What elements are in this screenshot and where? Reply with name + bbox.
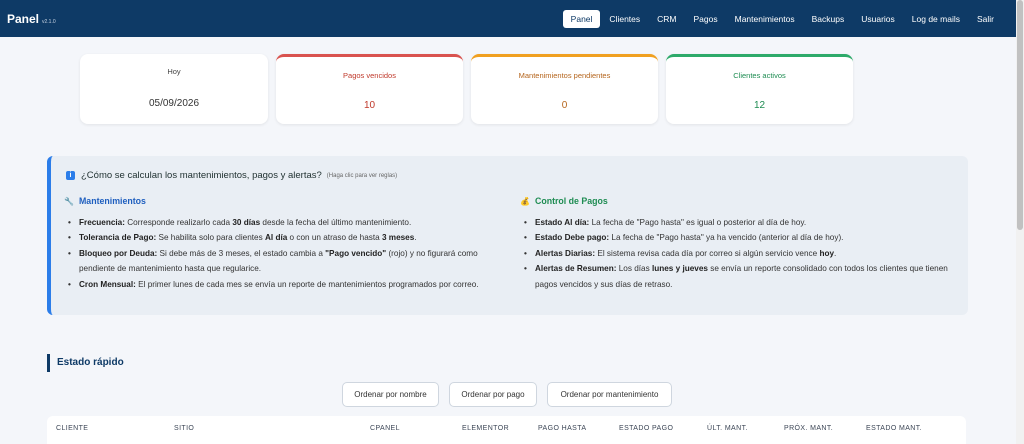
section-title: Estado rápido [47, 354, 124, 372]
column-header-estado-pago[interactable]: ESTADO PAGO [619, 425, 673, 432]
quick-status-table: CLIENTE SITIO CPANEL ELEMENTOR PAGO HAST… [47, 416, 966, 444]
brand-name: Panel [7, 12, 40, 26]
list-item: Estado Al día: La fecha de "Pago hasta" … [520, 215, 960, 231]
nav-item-log-de-mails[interactable]: Log de mails [904, 10, 968, 28]
card-value: 0 [561, 100, 568, 111]
info-header[interactable]: i ¿Cómo se calculan los mantenimientos, … [66, 170, 397, 181]
card-title: Clientes activos [733, 71, 786, 80]
column-header-sitio[interactable]: SITIO [174, 425, 194, 432]
column-header-pago-hasta[interactable]: PAGO HASTA [538, 425, 586, 432]
main-nav: Panel Clientes CRM Pagos Mantenimientos … [562, 10, 1002, 28]
scrollbar-thumb[interactable] [1017, 0, 1023, 230]
top-navbar: Panel v2.1.0 Panel Clientes CRM Pagos Man… [0, 0, 1016, 37]
list-item: Cron Mensual: El primer lunes de cada me… [64, 277, 504, 293]
scrollbar[interactable] [1016, 0, 1024, 444]
card-value: 10 [363, 100, 376, 111]
nav-item-crm[interactable]: CRM [649, 10, 684, 28]
list-item: Bloqueo por Deuda: Si debe más de 3 mese… [64, 246, 504, 277]
nav-item-pagos[interactable]: Pagos [686, 10, 726, 28]
maintenance-title-text: Mantenimientos [78, 196, 146, 206]
list-item: Estado Debe pago: La fecha de "Pago hast… [520, 230, 960, 246]
nav-item-clientes[interactable]: Clientes [601, 10, 648, 28]
list-item: Frecuencia: Corresponde realizarlo cada … [64, 215, 504, 231]
nav-item-panel[interactable]: Panel [562, 10, 601, 28]
column-header-estado-mant[interactable]: ESTADO MANT. [866, 425, 922, 432]
nav-item-backups[interactable]: Backups [804, 10, 853, 28]
list-item: Alertas de Resumen: Los días lunes y jue… [520, 261, 960, 292]
card-value: 05/09/2026 [148, 98, 200, 109]
maintenance-rules: 🔧 Mantenimientos Frecuencia: Corresponde… [64, 194, 504, 293]
nav-item-usuarios[interactable]: Usuarios [853, 10, 903, 28]
brand[interactable]: Panel v2.1.0 [7, 12, 56, 26]
payment-rules: 💰 Control de Pagos Estado Al día: La fec… [520, 194, 960, 293]
card-active-clients[interactable]: Clientes activos 12 [666, 54, 853, 124]
list-item: Alertas Diarias: El sistema revisa cada … [520, 246, 960, 262]
info-hint: (Haga clic para ver reglas) [326, 172, 398, 179]
card-value: 12 [753, 100, 766, 111]
rules-info-panel[interactable]: i ¿Cómo se calculan los mantenimientos, … [47, 156, 968, 315]
sort-by-name-button[interactable]: Ordenar por nombre [342, 382, 439, 407]
maintenance-rules-title: 🔧 Mantenimientos [64, 194, 504, 210]
money-bag-icon: 💰 [520, 197, 530, 206]
column-header-elementor[interactable]: ELEMENTOR [462, 425, 509, 432]
column-header-prox-mant[interactable]: PRÓX. MANT. [784, 425, 833, 432]
card-title: Mantenimientos pendientes [518, 71, 611, 80]
info-title: ¿Cómo se calculan los mantenimientos, pa… [81, 170, 322, 181]
sort-by-payment-button[interactable]: Ordenar por pago [449, 382, 537, 407]
payment-rules-title: 💰 Control de Pagos [520, 194, 960, 210]
card-today: Hoy 05/09/2026 [80, 54, 268, 124]
info-icon: i [66, 171, 75, 180]
nav-item-mantenimientos[interactable]: Mantenimientos [727, 10, 803, 28]
version-label: v2.1.0 [42, 19, 56, 25]
nav-item-salir[interactable]: Salir [969, 10, 1002, 28]
card-title: Hoy [167, 67, 181, 76]
column-header-cpanel[interactable]: CPANEL [370, 425, 400, 432]
payment-title-text: Control de Pagos [534, 196, 608, 206]
list-item: Tolerancia de Pago: Se habilita solo par… [64, 230, 504, 246]
card-overdue-payments[interactable]: Pagos vencidos 10 [276, 54, 463, 124]
card-pending-maintenance[interactable]: Mantenimientos pendientes 0 [471, 54, 658, 124]
column-header-cliente[interactable]: CLIENTE [56, 425, 88, 432]
wrench-icon: 🔧 [64, 197, 74, 206]
column-header-ult-mant[interactable]: ÚLT. MANT. [707, 425, 748, 432]
card-title: Pagos vencidos [343, 71, 396, 80]
sort-by-maintenance-button[interactable]: Ordenar por mantenimiento [547, 382, 672, 407]
